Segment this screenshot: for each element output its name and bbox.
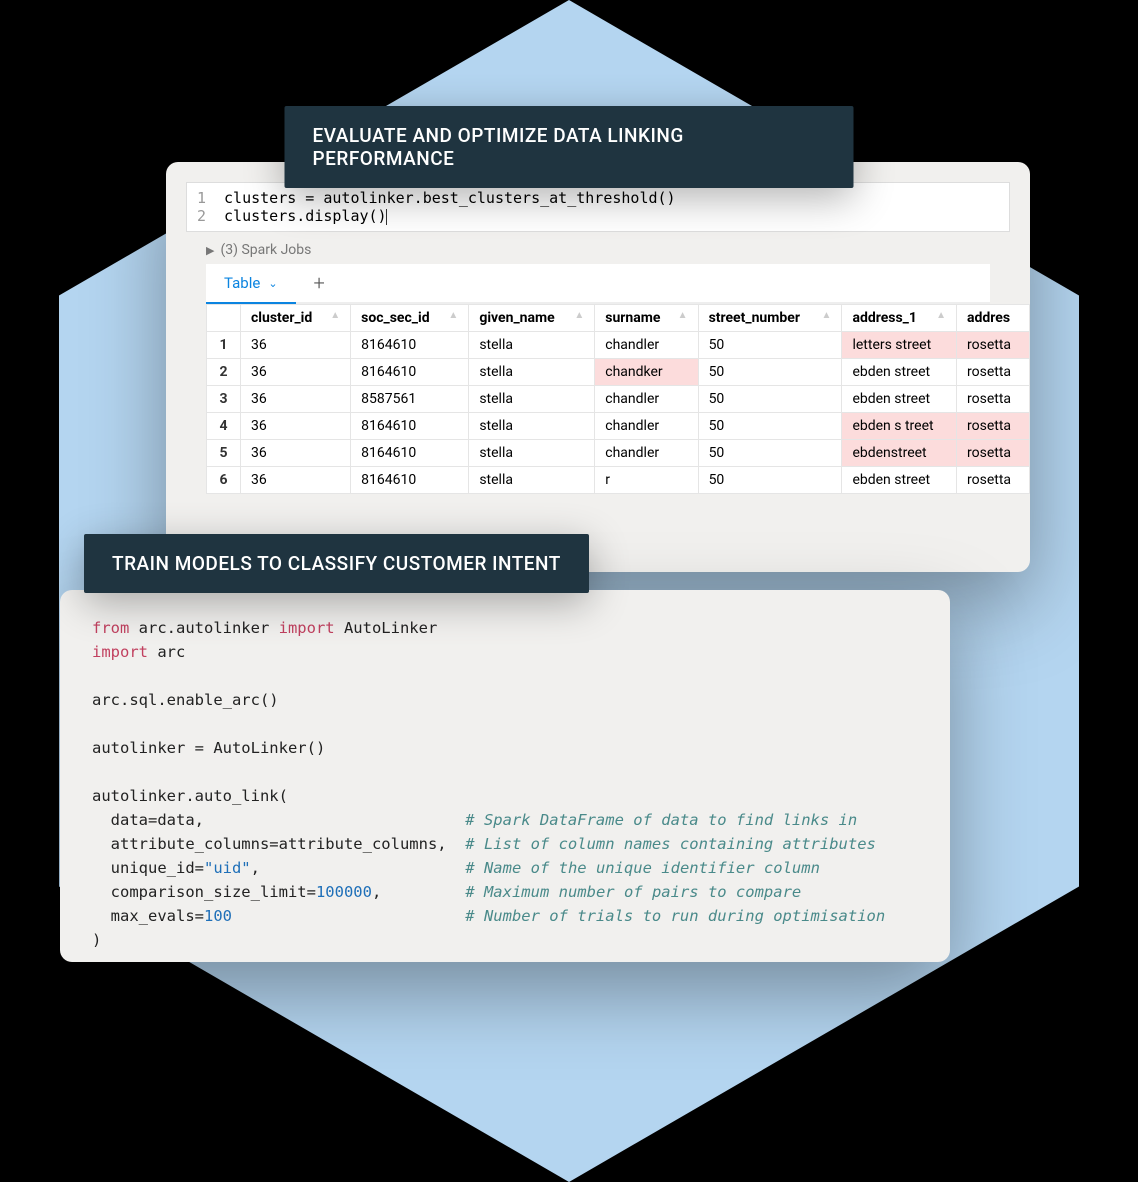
table-row[interactable]: 5368164610stellachandler50ebdenstreetros…: [207, 440, 1030, 467]
table-cell[interactable]: chandler: [595, 440, 698, 467]
tab-label: Table: [224, 274, 260, 292]
table-cell[interactable]: 1: [207, 332, 241, 359]
table-cell[interactable]: 36: [241, 332, 351, 359]
sort-icon: ▲: [448, 310, 458, 321]
output-tabs: Table ⌄ +: [206, 264, 990, 304]
table-cell[interactable]: 36: [241, 359, 351, 386]
table-cell[interactable]: letters street: [842, 332, 957, 359]
table-cell[interactable]: 3: [207, 386, 241, 413]
table-row[interactable]: 6368164610stellar50ebden streetrosetta: [207, 467, 1030, 494]
table-cell[interactable]: 8164610: [351, 413, 469, 440]
table-cell[interactable]: 36: [241, 440, 351, 467]
banner-evaluate: EVALUATE AND OPTIMIZE DATA LINKING PERFO…: [285, 106, 854, 188]
sort-icon: ▲: [936, 310, 946, 321]
notebook-panel: 1 2 clusters = autolinker.best_clusters_…: [166, 162, 1030, 572]
table-cell[interactable]: ebden street: [842, 386, 957, 413]
table-row[interactable]: 2368164610stellachandker50ebden streetro…: [207, 359, 1030, 386]
table-cell[interactable]: 8164610: [351, 467, 469, 494]
table-cell[interactable]: rosetta: [957, 440, 1030, 467]
table-cell[interactable]: rosetta: [957, 413, 1030, 440]
table-cell[interactable]: chandler: [595, 386, 698, 413]
sort-icon: ▲: [330, 310, 340, 321]
table-cell[interactable]: 2: [207, 359, 241, 386]
code-block: from arc.autolinker import AutoLinker im…: [92, 616, 918, 952]
code-panel: from arc.autolinker import AutoLinker im…: [60, 590, 950, 962]
col-address-2[interactable]: addres: [957, 305, 1030, 332]
table-cell[interactable]: 4: [207, 413, 241, 440]
table-cell[interactable]: 50: [698, 467, 842, 494]
table-cell[interactable]: 50: [698, 386, 842, 413]
col-surname[interactable]: surname▲: [595, 305, 698, 332]
col-cluster-id[interactable]: cluster_id▲: [241, 305, 351, 332]
triangle-right-icon: ▶: [206, 244, 214, 257]
table-cell[interactable]: rosetta: [957, 386, 1030, 413]
table-cell[interactable]: 8587561: [351, 386, 469, 413]
text-cursor: [386, 209, 387, 225]
col-address-1[interactable]: address_1▲: [842, 305, 957, 332]
line-gutter: 1 2: [187, 183, 216, 231]
code-body[interactable]: clusters = autolinker.best_clusters_at_t…: [216, 183, 1009, 231]
sort-icon: ▲: [574, 310, 584, 321]
table-cell[interactable]: 8164610: [351, 440, 469, 467]
table-cell[interactable]: 36: [241, 386, 351, 413]
table-cell[interactable]: 5: [207, 440, 241, 467]
table-cell[interactable]: stella: [469, 359, 595, 386]
table-cell[interactable]: ebden street: [842, 467, 957, 494]
col-soc-sec-id[interactable]: soc_sec_id▲: [351, 305, 469, 332]
table-row[interactable]: 4368164610stellachandler50ebden s treetr…: [207, 413, 1030, 440]
tab-table[interactable]: Table ⌄: [206, 264, 296, 304]
table-cell[interactable]: rosetta: [957, 359, 1030, 386]
table-cell[interactable]: stella: [469, 386, 595, 413]
table-cell[interactable]: stella: [469, 467, 595, 494]
table-cell[interactable]: 8164610: [351, 332, 469, 359]
table-cell[interactable]: 36: [241, 413, 351, 440]
table-cell[interactable]: ebdenstreet: [842, 440, 957, 467]
table-cell[interactable]: chandler: [595, 413, 698, 440]
table-cell[interactable]: 50: [698, 359, 842, 386]
sort-icon: ▲: [822, 310, 832, 321]
table-cell[interactable]: 8164610: [351, 359, 469, 386]
table-cell[interactable]: r: [595, 467, 698, 494]
sort-icon: ▲: [678, 310, 688, 321]
table-cell[interactable]: 50: [698, 332, 842, 359]
spark-jobs-toggle[interactable]: ▶ (3) Spark Jobs: [206, 242, 990, 258]
col-rownum[interactable]: [207, 305, 241, 332]
results-table: cluster_id▲ soc_sec_id▲ given_name▲ surn…: [206, 304, 1030, 494]
table-cell[interactable]: rosetta: [957, 332, 1030, 359]
table-cell[interactable]: stella: [469, 413, 595, 440]
banner-train: TRAIN MODELS TO CLASSIFY CUSTOMER INTENT: [84, 534, 589, 593]
table-cell[interactable]: chandler: [595, 332, 698, 359]
table-row[interactable]: 1368164610stellachandler50letters street…: [207, 332, 1030, 359]
col-street-number[interactable]: street_number▲: [698, 305, 842, 332]
table-cell[interactable]: 50: [698, 413, 842, 440]
table-cell[interactable]: rosetta: [957, 467, 1030, 494]
table-cell[interactable]: stella: [469, 440, 595, 467]
table-cell[interactable]: 6: [207, 467, 241, 494]
table-cell[interactable]: chandker: [595, 359, 698, 386]
spark-jobs-label: (3) Spark Jobs: [220, 242, 311, 258]
table-cell[interactable]: 50: [698, 440, 842, 467]
table-cell[interactable]: stella: [469, 332, 595, 359]
table-cell[interactable]: ebden street: [842, 359, 957, 386]
code-cell[interactable]: 1 2 clusters = autolinker.best_clusters_…: [186, 182, 1010, 232]
col-given-name[interactable]: given_name▲: [469, 305, 595, 332]
table-cell[interactable]: 36: [241, 467, 351, 494]
add-tab-button[interactable]: +: [296, 271, 343, 295]
table-header-row: cluster_id▲ soc_sec_id▲ given_name▲ surn…: [207, 305, 1030, 332]
chevron-down-icon: ⌄: [268, 277, 277, 290]
table-cell[interactable]: ebden s treet: [842, 413, 957, 440]
table-row[interactable]: 3368587561stellachandler50ebden streetro…: [207, 386, 1030, 413]
